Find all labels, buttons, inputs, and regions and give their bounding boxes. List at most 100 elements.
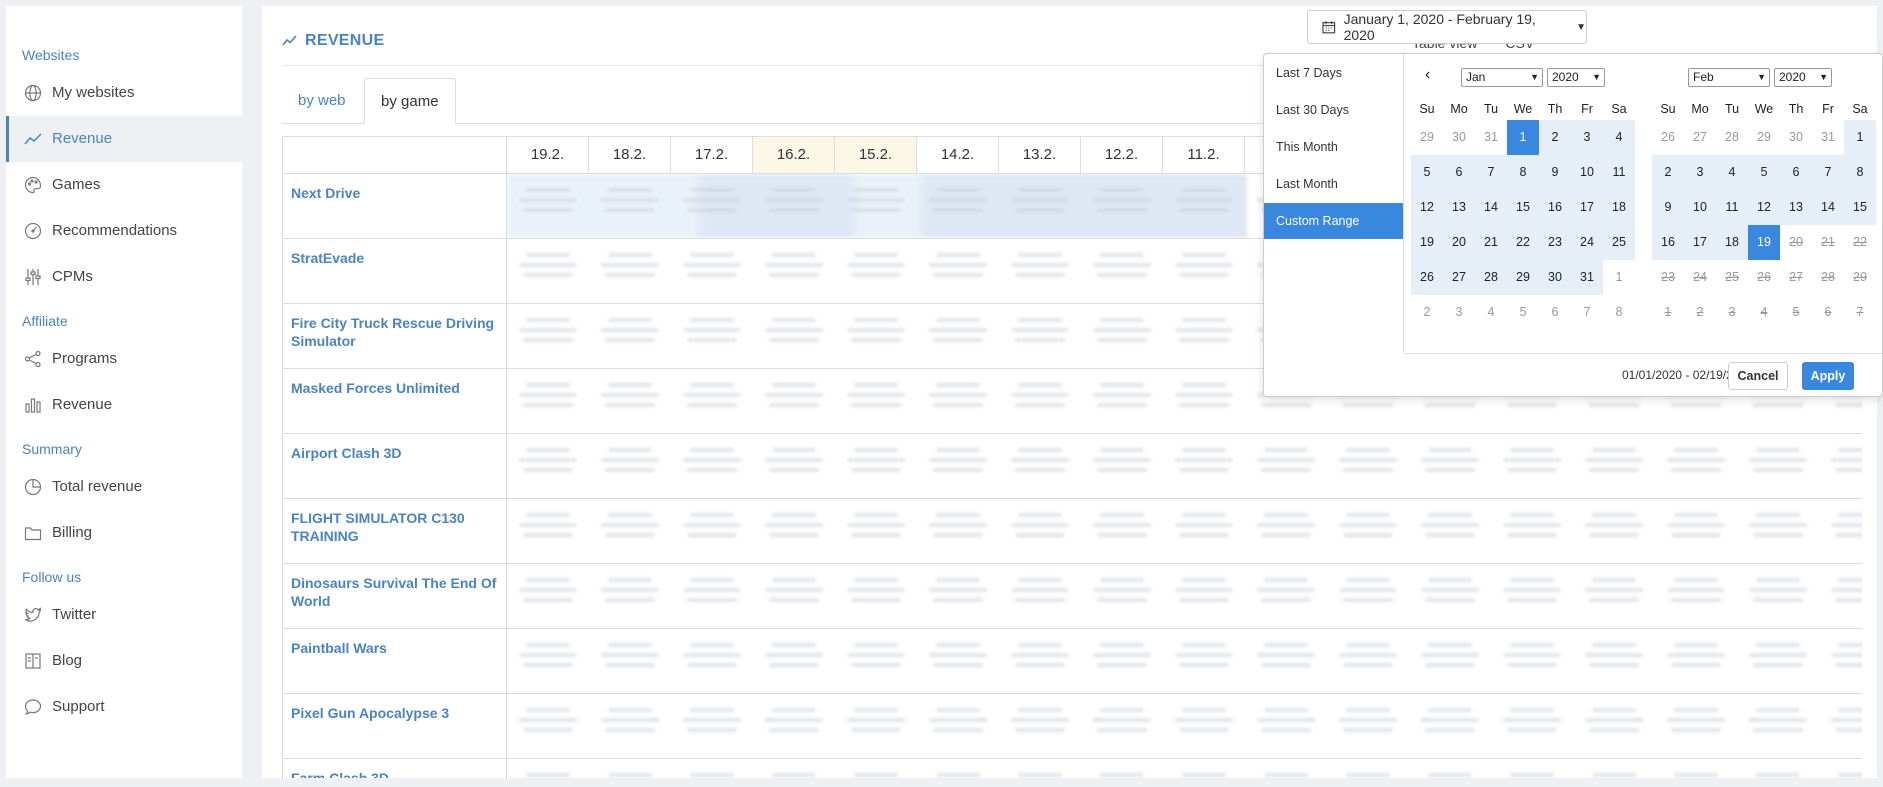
- game-name-link[interactable]: Farm Clash 3D: [283, 759, 507, 778]
- calendar-day[interactable]: 17: [1684, 225, 1716, 260]
- year-select-right[interactable]: 2020 ▼: [1774, 68, 1832, 87]
- month-select-left[interactable]: Jan ▼: [1461, 68, 1543, 87]
- sidebar-item-my-websites[interactable]: My websites: [6, 70, 242, 116]
- calendar-day[interactable]: 27: [1684, 120, 1716, 155]
- calendar-day[interactable]: 30: [1539, 260, 1571, 295]
- calendar-day[interactable]: 8: [1844, 155, 1876, 190]
- sidebar-item-blog[interactable]: Blog: [6, 638, 242, 684]
- calendar-day[interactable]: 28: [1475, 260, 1507, 295]
- calendar-day[interactable]: 5: [1411, 155, 1443, 190]
- calendar-day[interactable]: 31: [1571, 260, 1603, 295]
- calendar-day[interactable]: 6: [1539, 295, 1571, 330]
- calendar-day[interactable]: 29: [1748, 120, 1780, 155]
- calendar-day[interactable]: 3: [1571, 120, 1603, 155]
- game-name-link[interactable]: StratEvade: [283, 239, 507, 303]
- game-name-link[interactable]: Airport Clash 3D: [283, 434, 507, 498]
- date-column-header[interactable]: 17.2.: [671, 137, 753, 173]
- calendar-day[interactable]: 14: [1812, 190, 1844, 225]
- sidebar-item-programs[interactable]: Programs: [6, 336, 242, 382]
- game-name-link[interactable]: FLIGHT SIMULATOR C130 TRAINING: [283, 499, 507, 563]
- game-name-link[interactable]: Pixel Gun Apocalypse 3: [283, 694, 507, 758]
- calendar-day[interactable]: 2: [1539, 120, 1571, 155]
- date-column-header[interactable]: 13.2.: [999, 137, 1081, 173]
- year-select-left[interactable]: 2020 ▼: [1547, 68, 1605, 87]
- calendar-day[interactable]: 16: [1652, 225, 1684, 260]
- calendar-day[interactable]: 1: [1507, 120, 1539, 155]
- sidebar-item-total-revenue[interactable]: Total revenue: [6, 464, 242, 510]
- calendar-day[interactable]: 8: [1603, 295, 1635, 330]
- game-name-link[interactable]: Masked Forces Unlimited: [283, 369, 507, 433]
- calendar-day[interactable]: 22: [1507, 225, 1539, 260]
- cancel-button[interactable]: Cancel: [1728, 362, 1788, 390]
- calendar-day[interactable]: 2: [1652, 155, 1684, 190]
- calendar-day[interactable]: 25: [1603, 225, 1635, 260]
- tab-by-game[interactable]: by game: [364, 78, 456, 124]
- calendar-day[interactable]: 23: [1539, 225, 1571, 260]
- sidebar-item-affiliate-revenue[interactable]: Revenue: [6, 382, 242, 428]
- calendar-day[interactable]: 15: [1507, 190, 1539, 225]
- calendar-day[interactable]: 14: [1475, 190, 1507, 225]
- calendar-day[interactable]: 2: [1411, 295, 1443, 330]
- calendar-day[interactable]: 12: [1411, 190, 1443, 225]
- month-select-right[interactable]: Feb ▼: [1688, 68, 1770, 87]
- calendar-day[interactable]: 15: [1844, 190, 1876, 225]
- date-column-header[interactable]: 14.2.: [917, 137, 999, 173]
- calendar-day[interactable]: 4: [1603, 120, 1635, 155]
- range-option[interactable]: Custom Range: [1264, 203, 1403, 239]
- calendar-day[interactable]: 11: [1716, 190, 1748, 225]
- date-column-header[interactable]: 19.2.: [507, 137, 589, 173]
- date-column-header[interactable]: 11.2.: [1163, 137, 1245, 173]
- date-column-header[interactable]: 16.2.: [753, 137, 835, 173]
- sidebar-item-twitter[interactable]: Twitter: [6, 592, 242, 638]
- calendar-day[interactable]: 10: [1684, 190, 1716, 225]
- calendar-day[interactable]: 26: [1411, 260, 1443, 295]
- calendar-day[interactable]: 13: [1780, 190, 1812, 225]
- apply-button[interactable]: Apply: [1802, 362, 1854, 390]
- calendar-day[interactable]: 31: [1812, 120, 1844, 155]
- calendar-day[interactable]: 29: [1507, 260, 1539, 295]
- sidebar-item-games[interactable]: Games: [6, 162, 242, 208]
- game-name-link[interactable]: Fire City Truck Rescue Driving Simulator: [283, 304, 507, 368]
- calendar-day[interactable]: 4: [1475, 295, 1507, 330]
- chevron-left-icon[interactable]: ‹: [1425, 66, 1430, 84]
- calendar-day[interactable]: 24: [1571, 225, 1603, 260]
- date-column-header[interactable]: 12.2.: [1081, 137, 1163, 173]
- calendar-day[interactable]: 18: [1603, 190, 1635, 225]
- calendar-day[interactable]: 8: [1507, 155, 1539, 190]
- calendar-day[interactable]: 19: [1748, 225, 1780, 260]
- calendar-day[interactable]: 1: [1603, 260, 1635, 295]
- calendar-day[interactable]: 26: [1652, 120, 1684, 155]
- calendar-day[interactable]: 1: [1844, 120, 1876, 155]
- calendar-day[interactable]: 6: [1443, 155, 1475, 190]
- game-name-link[interactable]: Dinosaurs Survival The End Of World: [283, 564, 507, 628]
- calendar-day[interactable]: 12: [1748, 190, 1780, 225]
- sidebar-item-revenue[interactable]: Revenue: [6, 116, 242, 162]
- calendar-day[interactable]: 3: [1684, 155, 1716, 190]
- calendar-day[interactable]: 7: [1571, 295, 1603, 330]
- sidebar-item-billing[interactable]: Billing: [6, 510, 242, 556]
- calendar-day[interactable]: 13: [1443, 190, 1475, 225]
- calendar-day[interactable]: 16: [1539, 190, 1571, 225]
- calendar-day[interactable]: 3: [1443, 295, 1475, 330]
- game-name-link[interactable]: Next Drive: [283, 174, 507, 238]
- calendar-day[interactable]: 11: [1603, 155, 1635, 190]
- calendar-day[interactable]: 18: [1716, 225, 1748, 260]
- date-column-header[interactable]: 18.2.: [589, 137, 671, 173]
- range-option[interactable]: Last 7 Days: [1264, 55, 1403, 91]
- tab-by-web[interactable]: by web: [282, 78, 362, 124]
- calendar-day[interactable]: 9: [1539, 155, 1571, 190]
- date-range-button[interactable]: January 1, 2020 - February 19, 2020 ▼: [1307, 10, 1587, 44]
- calendar-day[interactable]: 7: [1475, 155, 1507, 190]
- calendar-day[interactable]: 10: [1571, 155, 1603, 190]
- calendar-day[interactable]: 5: [1748, 155, 1780, 190]
- calendar-day[interactable]: 19: [1411, 225, 1443, 260]
- calendar-day[interactable]: 6: [1780, 155, 1812, 190]
- calendar-day[interactable]: 5: [1507, 295, 1539, 330]
- game-name-link[interactable]: Paintball Wars: [283, 629, 507, 693]
- calendar-day[interactable]: 17: [1571, 190, 1603, 225]
- calendar-day[interactable]: 30: [1443, 120, 1475, 155]
- sidebar-item-recommendations[interactable]: Recommendations: [6, 208, 242, 254]
- sidebar-item-cpms[interactable]: CPMs: [6, 254, 242, 300]
- calendar-day[interactable]: 7: [1812, 155, 1844, 190]
- calendar-day[interactable]: 29: [1411, 120, 1443, 155]
